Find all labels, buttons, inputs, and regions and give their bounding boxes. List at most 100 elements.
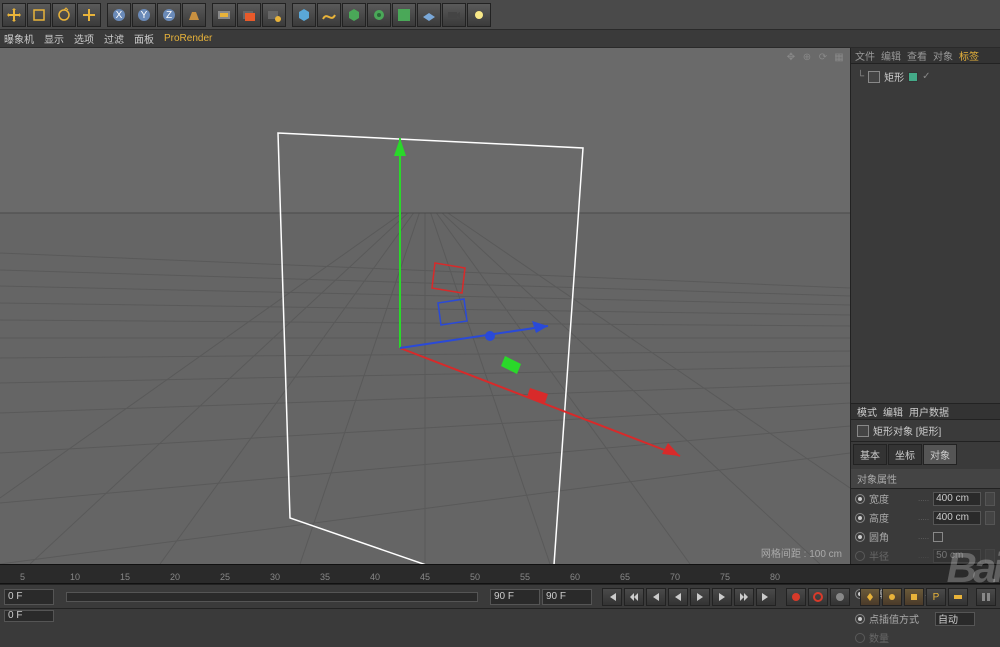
- range-slider[interactable]: [66, 592, 478, 602]
- svg-text:Y: Y: [141, 10, 148, 21]
- width-input[interactable]: [933, 492, 981, 506]
- deformer-button[interactable]: [367, 3, 391, 27]
- next-key-button[interactable]: [734, 588, 754, 606]
- prev-frame-button[interactable]: [646, 588, 666, 606]
- axis-y-button[interactable]: Y: [132, 3, 156, 27]
- range-cur-field[interactable]: 90 F: [490, 589, 540, 605]
- radius-spinner: [985, 549, 995, 563]
- tab-edit[interactable]: 编辑: [881, 48, 901, 63]
- transport-bar: 0 F 90 F 90 F P: [0, 584, 1000, 608]
- menu-panel[interactable]: 面板: [134, 31, 154, 46]
- timeline[interactable]: 5101520253035404550556065707580: [0, 564, 1000, 584]
- coord-system-button[interactable]: [182, 3, 206, 27]
- vp-move-icon[interactable]: ✥: [784, 50, 798, 64]
- floor-button[interactable]: [417, 3, 441, 27]
- goto-start-button[interactable]: [602, 588, 622, 606]
- menu-filter[interactable]: 过滤: [104, 31, 124, 46]
- width-anim-toggle[interactable]: [855, 494, 865, 504]
- right-panel: 文件 编辑 查看 对象 标签 └ 矩形 ✓ 模式 编辑 用户数据 矩形对象: [850, 48, 1000, 564]
- timeline-scale[interactable]: 5101520253035404550556065707580: [0, 565, 1000, 583]
- viewport-scene: [0, 48, 850, 564]
- tab-file[interactable]: 文件: [855, 48, 875, 63]
- radius-anim-toggle[interactable]: [855, 551, 865, 561]
- key-pla-button[interactable]: [948, 588, 968, 606]
- interp-input[interactable]: [935, 612, 975, 626]
- prev-key-button[interactable]: [624, 588, 644, 606]
- mode-object[interactable]: 对象: [923, 444, 957, 465]
- mode-basic[interactable]: 基本: [853, 444, 887, 465]
- attr-object-title: 矩形对象 [矩形]: [851, 420, 1000, 442]
- vp-zoom-icon[interactable]: ⊕: [800, 50, 814, 64]
- attribute-manager: 模式 编辑 用户数据 矩形对象 [矩形] 基本 坐标 对象 对象属性 宽度 ..…: [851, 404, 1000, 647]
- width-spinner[interactable]: [985, 492, 995, 506]
- range-end-field[interactable]: 90 F: [542, 589, 592, 605]
- round-anim-toggle[interactable]: [855, 532, 865, 542]
- grid-spacing-label: 网格间距 : 100 cm: [761, 545, 842, 560]
- row-width: 宽度 .....: [851, 489, 1000, 508]
- vp-rotate-icon[interactable]: ⟳: [816, 50, 830, 64]
- tab-objects[interactable]: 对象: [933, 48, 953, 63]
- key-pos-button[interactable]: [860, 588, 880, 606]
- layout-button[interactable]: [976, 588, 996, 606]
- camera-button[interactable]: [442, 3, 466, 27]
- next-frame-button[interactable]: [712, 588, 732, 606]
- interp-anim-toggle[interactable]: [855, 614, 865, 624]
- axis-z-button[interactable]: Z: [157, 3, 181, 27]
- tab-view[interactable]: 查看: [907, 48, 927, 63]
- environment-button[interactable]: [392, 3, 416, 27]
- attr-manager-tabs: 模式 编辑 用户数据: [851, 404, 1000, 420]
- height-input[interactable]: [933, 511, 981, 525]
- viewport-nav-widgets: ✥ ⊕ ⟳ ▦: [784, 50, 846, 64]
- light-button[interactable]: [467, 3, 491, 27]
- spline-button[interactable]: [317, 3, 341, 27]
- tree-item-rectangle[interactable]: └ 矩形 ✓: [855, 68, 996, 85]
- height-spinner[interactable]: [985, 511, 995, 525]
- visibility-toggle[interactable]: [908, 72, 918, 82]
- object-tree[interactable]: └ 矩形 ✓: [851, 64, 1000, 404]
- axis-x-button[interactable]: X: [107, 3, 131, 27]
- render-queue-button[interactable]: [237, 3, 261, 27]
- height-anim-toggle[interactable]: [855, 513, 865, 523]
- scale-tool[interactable]: [77, 3, 101, 27]
- autokey-button[interactable]: [808, 588, 828, 606]
- num-anim-toggle: [855, 633, 865, 643]
- object-type-icon: [857, 425, 869, 437]
- generator-button[interactable]: [342, 3, 366, 27]
- attr-mode-tabs: 基本 坐标 对象: [851, 442, 1000, 467]
- range-start-field[interactable]: 0 F: [4, 589, 54, 605]
- viewport-3d[interactable]: ✥ ⊕ ⟳ ▦ 网格间距 : 100 cm: [0, 48, 850, 564]
- key-rot-button[interactable]: [904, 588, 924, 606]
- key-scale-button[interactable]: [882, 588, 902, 606]
- section-object-props: 对象属性: [851, 469, 1000, 489]
- render-preview-button[interactable]: [212, 3, 236, 27]
- svg-text:P: P: [933, 592, 940, 603]
- rotate-tool[interactable]: [52, 3, 76, 27]
- attr-tab-mode[interactable]: 模式: [857, 404, 877, 419]
- goto-end-button[interactable]: [756, 588, 776, 606]
- row-radius: 半径 .....: [851, 546, 1000, 565]
- viewport-menu: 曝象机 显示 选项 过滤 面板 ProRender: [0, 30, 1000, 48]
- current-frame-field[interactable]: 0 F: [4, 610, 54, 622]
- menu-options[interactable]: 选项: [74, 31, 94, 46]
- key-all-button[interactable]: [830, 588, 850, 606]
- mode-coord[interactable]: 坐标: [888, 444, 922, 465]
- menu-camera[interactable]: 曝象机: [4, 31, 34, 46]
- key-param-button[interactable]: P: [926, 588, 946, 606]
- status-bar: 0 F: [0, 608, 1000, 622]
- row-height: 高度 .....: [851, 508, 1000, 527]
- attr-tab-edit[interactable]: 编辑: [883, 404, 903, 419]
- move-tool[interactable]: [2, 3, 26, 27]
- attr-tab-userdata[interactable]: 用户数据: [909, 404, 949, 419]
- cube-primitive-button[interactable]: [292, 3, 316, 27]
- menu-display[interactable]: 显示: [44, 31, 64, 46]
- vp-layout-icon[interactable]: ▦: [832, 50, 846, 64]
- play-back-button[interactable]: [668, 588, 688, 606]
- render-settings-button[interactable]: [262, 3, 286, 27]
- tab-tags[interactable]: 标签: [959, 48, 979, 63]
- round-checkbox[interactable]: [933, 532, 943, 542]
- menu-prorender[interactable]: ProRender: [164, 33, 212, 44]
- select-tool[interactable]: [27, 3, 51, 27]
- radius-input: [933, 549, 981, 563]
- play-button[interactable]: [690, 588, 710, 606]
- record-button[interactable]: [786, 588, 806, 606]
